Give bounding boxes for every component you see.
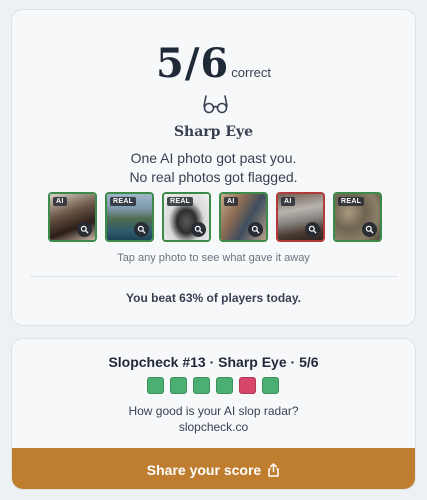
summary-line-real: No real photos got flagged. bbox=[129, 169, 298, 185]
magnifier-icon[interactable] bbox=[191, 222, 206, 237]
photo-thumb-4[interactable]: AI bbox=[219, 192, 268, 242]
score-suffix: correct bbox=[231, 65, 271, 80]
rank-title: Sharp Eye bbox=[173, 124, 254, 140]
result-card: 5/6 correct Sharp Eye One AI photo got pa… bbox=[11, 9, 416, 326]
photo-thumb-3[interactable]: REAL bbox=[162, 192, 211, 242]
photo-tag: REAL bbox=[167, 197, 194, 206]
result-square bbox=[193, 377, 210, 394]
photo-tag: AI bbox=[224, 197, 238, 206]
result-square bbox=[216, 377, 233, 394]
share-url[interactable]: slopcheck.co bbox=[12, 420, 415, 434]
magnifier-icon[interactable] bbox=[305, 222, 320, 237]
photo-thumbnails: AI REAL REAL AI AI REAL bbox=[48, 192, 382, 244]
photo-thumb-2[interactable]: REAL bbox=[105, 192, 154, 242]
share-icon bbox=[268, 462, 279, 477]
photo-thumb-6[interactable]: REAL bbox=[333, 192, 382, 242]
share-card: Slopcheck #13 · Sharp Eye · 5/6 How good… bbox=[11, 338, 416, 490]
summary-line-ai: One AI photo got past you. bbox=[130, 150, 297, 166]
photo-tag: REAL bbox=[110, 197, 137, 206]
photo-tag: AI bbox=[53, 197, 67, 206]
score-value: 5/6 bbox=[155, 40, 230, 87]
magnifier-icon[interactable] bbox=[362, 222, 377, 237]
result-square bbox=[170, 377, 187, 394]
photo-thumb-1[interactable]: AI bbox=[48, 192, 97, 242]
result-square bbox=[147, 377, 164, 394]
photo-tag: AI bbox=[281, 197, 295, 206]
percentile-text: You beat 63% of players today. bbox=[126, 291, 301, 305]
share-question: How good is your AI slop radar? bbox=[128, 404, 299, 418]
tap-hint: Tap any photo to see what gave it away bbox=[117, 252, 310, 264]
result-square bbox=[239, 377, 256, 394]
glasses-icon bbox=[203, 95, 228, 114]
magnifier-icon[interactable] bbox=[134, 222, 149, 237]
divider bbox=[30, 276, 398, 277]
magnifier-icon[interactable] bbox=[77, 222, 92, 237]
magnifier-icon[interactable] bbox=[248, 222, 263, 237]
share-score-button[interactable]: Share your score bbox=[12, 448, 415, 489]
share-button-label: Share your score bbox=[146, 461, 262, 478]
photo-thumb-5[interactable]: AI bbox=[276, 192, 325, 242]
score-row: 5/6 correct bbox=[12, 40, 415, 87]
share-title: Slopcheck #13 · Sharp Eye · 5/6 bbox=[108, 354, 319, 370]
result-square bbox=[262, 377, 279, 394]
photo-tag: REAL bbox=[338, 197, 365, 206]
